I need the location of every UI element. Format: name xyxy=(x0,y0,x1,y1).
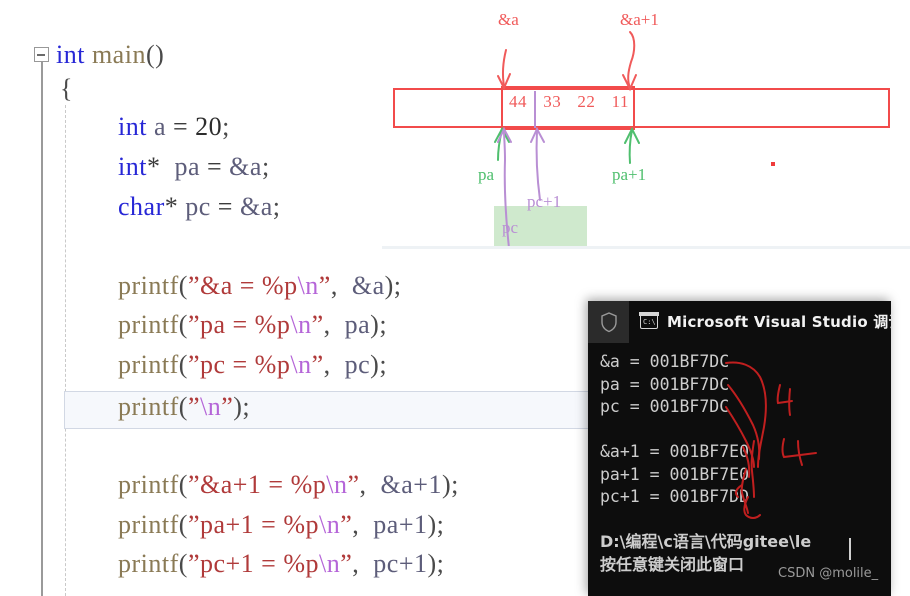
label-pc-plus1: pc+1 xyxy=(527,192,562,211)
code-line-current[interactable]: printf(”\n”); xyxy=(118,392,250,422)
code-line[interactable]: printf(”pc+1 = %p\n”, pc+1); xyxy=(118,549,444,579)
console-line: pc = 001BF7DC xyxy=(600,397,730,416)
console-text-cursor xyxy=(849,538,851,560)
memory-strip-outer xyxy=(393,88,890,128)
memory-byte-values: 44 33 22 11 xyxy=(509,92,629,112)
console-line: &a+1 = 001BF7E0 xyxy=(600,442,750,461)
code-line[interactable]: printf(”&a = %p\n”, &a); xyxy=(118,271,402,301)
console-icon-label: C:\ xyxy=(643,318,656,326)
diagram-bottom-edge xyxy=(382,246,910,249)
code-line[interactable]: int a = 20; xyxy=(118,112,230,142)
shield-glyph xyxy=(600,312,617,333)
console-line: &a = 001BF7DC xyxy=(600,352,730,371)
console-line: pa = 001BF7DC xyxy=(600,374,730,394)
fold-collapse-icon[interactable] xyxy=(34,47,49,62)
memory-byte-1: 33 xyxy=(543,92,562,111)
console-line-path: D:\编程\c语言\代码gitee\le xyxy=(600,532,812,551)
code-line[interactable]: int* pa = &a; xyxy=(118,152,270,182)
code-line[interactable]: printf(”&a+1 = %p\n”, &a+1); xyxy=(118,470,459,500)
console-window-title: Microsoft Visual Studio 调试控 xyxy=(667,313,891,331)
label-pa: pa xyxy=(478,165,495,184)
label-pc: pc xyxy=(502,218,519,237)
label-addr-a-plus1: &a+1 xyxy=(620,10,659,29)
label-pa-plus1: pa+1 xyxy=(612,165,647,184)
code-line[interactable]: printf(”pa = %p\n”, pa); xyxy=(118,310,387,340)
indent-guide xyxy=(65,105,66,596)
console-app-icon: C:\ xyxy=(639,312,659,329)
debug-console-window[interactable]: C:\ Microsoft Visual Studio 调试控 &a = 001… xyxy=(588,301,891,596)
console-title-bar[interactable]: C:\ Microsoft Visual Studio 调试控 xyxy=(588,301,891,343)
code-line[interactable]: char* pc = &a; xyxy=(118,192,280,222)
memory-byte-2: 22 xyxy=(577,92,596,111)
memory-byte-0: 44 xyxy=(509,92,527,111)
code-line[interactable]: { xyxy=(60,74,73,104)
code-line[interactable]: printf(”pc = %p\n”, pc); xyxy=(118,350,387,380)
fold-region-line xyxy=(41,62,43,596)
memory-byte-3: 11 xyxy=(611,92,629,111)
stray-red-dot xyxy=(771,162,775,166)
code-line[interactable]: printf(”pa+1 = %p\n”, pa+1); xyxy=(118,510,444,540)
shield-icon xyxy=(588,301,629,343)
console-output: &a = 001BF7DC pa = 001BF7DC pc = 001BF7D… xyxy=(600,351,891,576)
label-addr-a: &a xyxy=(498,10,519,29)
csdn-watermark: CSDN @molile_ xyxy=(778,566,879,581)
console-line: pa+1 = 001BF7E0 xyxy=(600,464,750,484)
console-line: pc+1 = 001BF7DD xyxy=(600,487,750,506)
code-line[interactable]: int main() xyxy=(56,40,164,70)
memory-layout-diagram: 44 33 22 11 &a &a+1 pa pa+1 pc+1 pc xyxy=(382,0,910,249)
